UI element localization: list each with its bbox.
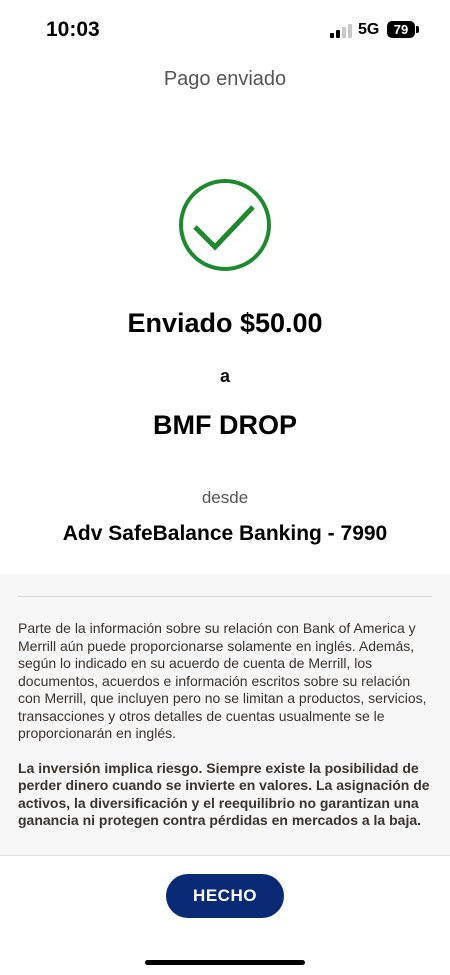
sent-amount: Enviado $50.00 [127,308,323,338]
battery-cap [416,26,419,33]
to-label: a [219,366,230,386]
cellular-signal-icon [330,24,352,38]
source-account: Adv SafeBalance Banking - 7990 [62,522,388,545]
status-time: 10:03 [46,18,100,41]
home-indicator [145,960,305,965]
payment-sent-screen: 10:03 5G 79 Pago enviado Enviado $50.00 … [0,0,450,975]
divider [18,596,432,597]
check-circle-icon [179,179,271,271]
disclosure-section: Parte de la información sobre su relació… [0,574,450,856]
from-label: desde [201,488,249,507]
network-type: 5G [358,21,380,38]
bottom-action-bar: HECHO [0,855,450,975]
page-title: Pago enviado [163,68,287,90]
disclosure-language-notice: Parte de la información sobre su relació… [18,620,427,741]
recipient-name: BMF DROP [153,410,297,440]
battery-icon: 79 [387,21,415,38]
done-button[interactable]: HECHO [166,874,284,918]
status-bar: 10:03 5G 79 [0,0,450,62]
disclosure-investment-risk: La inversión implica riesgo. Siempre exi… [18,759,430,829]
disclosure-text: Parte de la información sobre su relació… [18,620,432,830]
